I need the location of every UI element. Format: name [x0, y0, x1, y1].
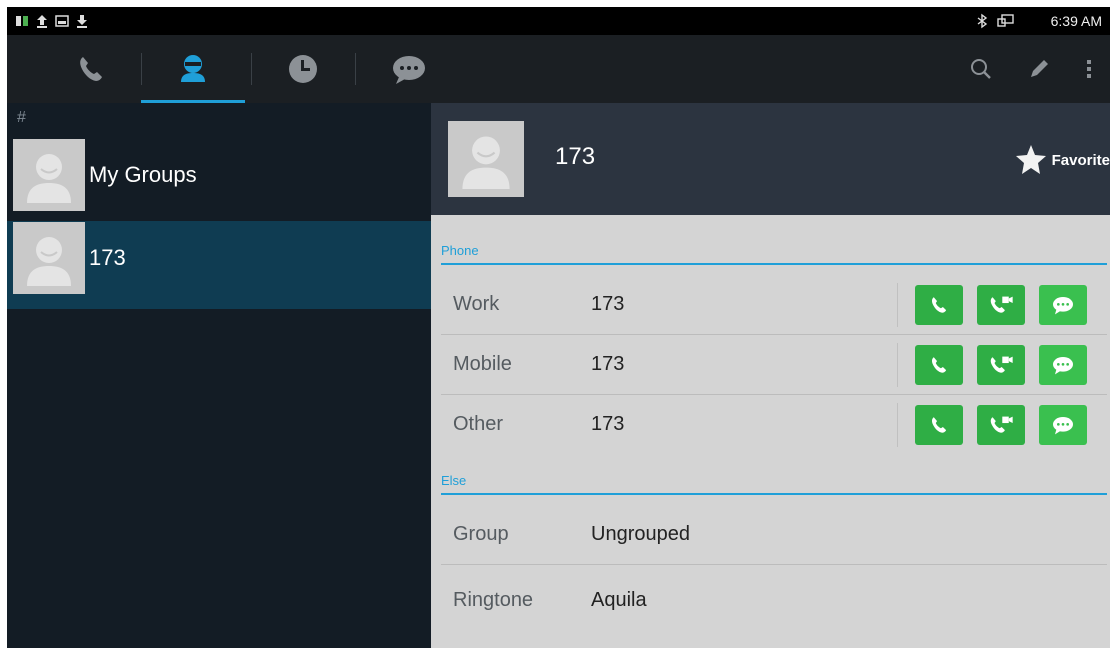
contact-name: 173 — [555, 143, 596, 170]
screenshot-icon — [55, 15, 69, 27]
message-icon — [1053, 297, 1073, 315]
detail-row-group[interactable]: Group Ungrouped — [441, 505, 1107, 565]
phone-icon — [932, 297, 947, 313]
search-icon — [971, 59, 991, 79]
favorite-button[interactable]: Favorite — [1014, 143, 1110, 177]
video-call-button[interactable] — [977, 405, 1025, 445]
avatar — [13, 139, 85, 211]
phone-icon — [932, 357, 947, 373]
tab-phone[interactable] — [39, 35, 143, 103]
video-call-button[interactable] — [977, 285, 1025, 325]
phone-label: Other — [453, 413, 504, 435]
star-icon — [1015, 145, 1046, 174]
section-title: Else — [441, 473, 467, 488]
phone-row-mobile: Mobile 173 — [441, 335, 1107, 395]
avatar-placeholder-icon — [27, 237, 71, 286]
upload-icon — [37, 15, 47, 28]
list-item-label: My Groups — [89, 162, 197, 187]
download-icon — [77, 15, 87, 28]
phone-label: Work — [453, 293, 500, 315]
video-call-icon — [990, 296, 1013, 313]
phone-icon — [80, 57, 102, 81]
list-item-173[interactable]: 173 — [7, 221, 431, 309]
detail-row-ringtone[interactable]: Ringtone Aquila — [441, 565, 1107, 631]
message-button[interactable] — [1039, 345, 1087, 385]
phone-screen: 6:39 AM # My Groups 173 173 Favorite Pho… — [7, 7, 1110, 648]
search-button[interactable] — [967, 55, 995, 83]
history-icon — [289, 55, 317, 83]
detail-value: Aquila — [591, 589, 647, 611]
screen-mirror-icon — [997, 14, 1014, 27]
message-button[interactable] — [1039, 285, 1087, 325]
message-icon — [1053, 417, 1073, 435]
message-icon — [1053, 357, 1073, 375]
phone-number[interactable]: 173 — [591, 293, 624, 316]
section-index-label: # — [17, 109, 26, 126]
phone-row-work: Work 173 — [441, 275, 1107, 335]
call-button[interactable] — [915, 345, 963, 385]
messages-icon — [393, 56, 425, 84]
section-title: Phone — [441, 243, 479, 258]
status-time: 6:39 AM — [1050, 13, 1102, 29]
video-call-icon — [990, 356, 1013, 373]
tab-contacts[interactable] — [141, 35, 245, 103]
avatar-placeholder-icon — [27, 154, 71, 203]
more-button[interactable] — [1075, 55, 1103, 83]
tab-messages[interactable] — [357, 35, 461, 103]
phone-number[interactable]: 173 — [591, 353, 624, 376]
bluetooth-icon — [977, 13, 988, 29]
network-usage-icon — [16, 16, 28, 26]
call-button[interactable] — [915, 285, 963, 325]
contact-avatar[interactable] — [448, 121, 524, 197]
avatar — [13, 222, 85, 294]
section-header-phone: Phone — [441, 241, 1107, 265]
phone-number[interactable]: 173 — [591, 413, 624, 436]
edit-button[interactable] — [1025, 55, 1053, 83]
section-header-else: Else — [441, 471, 1107, 495]
avatar-placeholder-icon — [462, 136, 510, 189]
call-button[interactable] — [915, 405, 963, 445]
detail-label: Ringtone — [453, 589, 534, 611]
list-item-my-groups[interactable]: My Groups — [7, 129, 431, 221]
contact-list: # My Groups 173 — [7, 103, 431, 648]
video-call-button[interactable] — [977, 345, 1025, 385]
contact-detail-body: Phone Work 173 Mobile 173 Other 173 Else… — [431, 215, 1110, 648]
favorite-label: Favorite — [1051, 151, 1110, 169]
video-call-icon — [990, 416, 1013, 433]
contacts-icon — [181, 54, 205, 82]
detail-value: Ungrouped — [591, 523, 690, 545]
list-item-label: 173 — [89, 245, 126, 270]
phone-label: Mobile — [453, 353, 512, 375]
contact-detail-header: 173 Favorite — [431, 103, 1110, 215]
detail-label: Group — [453, 523, 509, 545]
status-bar: 6:39 AM — [7, 7, 1110, 35]
message-button[interactable] — [1039, 405, 1087, 445]
edit-icon — [1031, 60, 1048, 77]
phone-icon — [932, 417, 947, 433]
more-icon — [1087, 60, 1091, 78]
tab-history[interactable] — [251, 35, 355, 103]
phone-row-other: Other 173 — [441, 395, 1107, 455]
tab-bar — [7, 35, 1110, 103]
